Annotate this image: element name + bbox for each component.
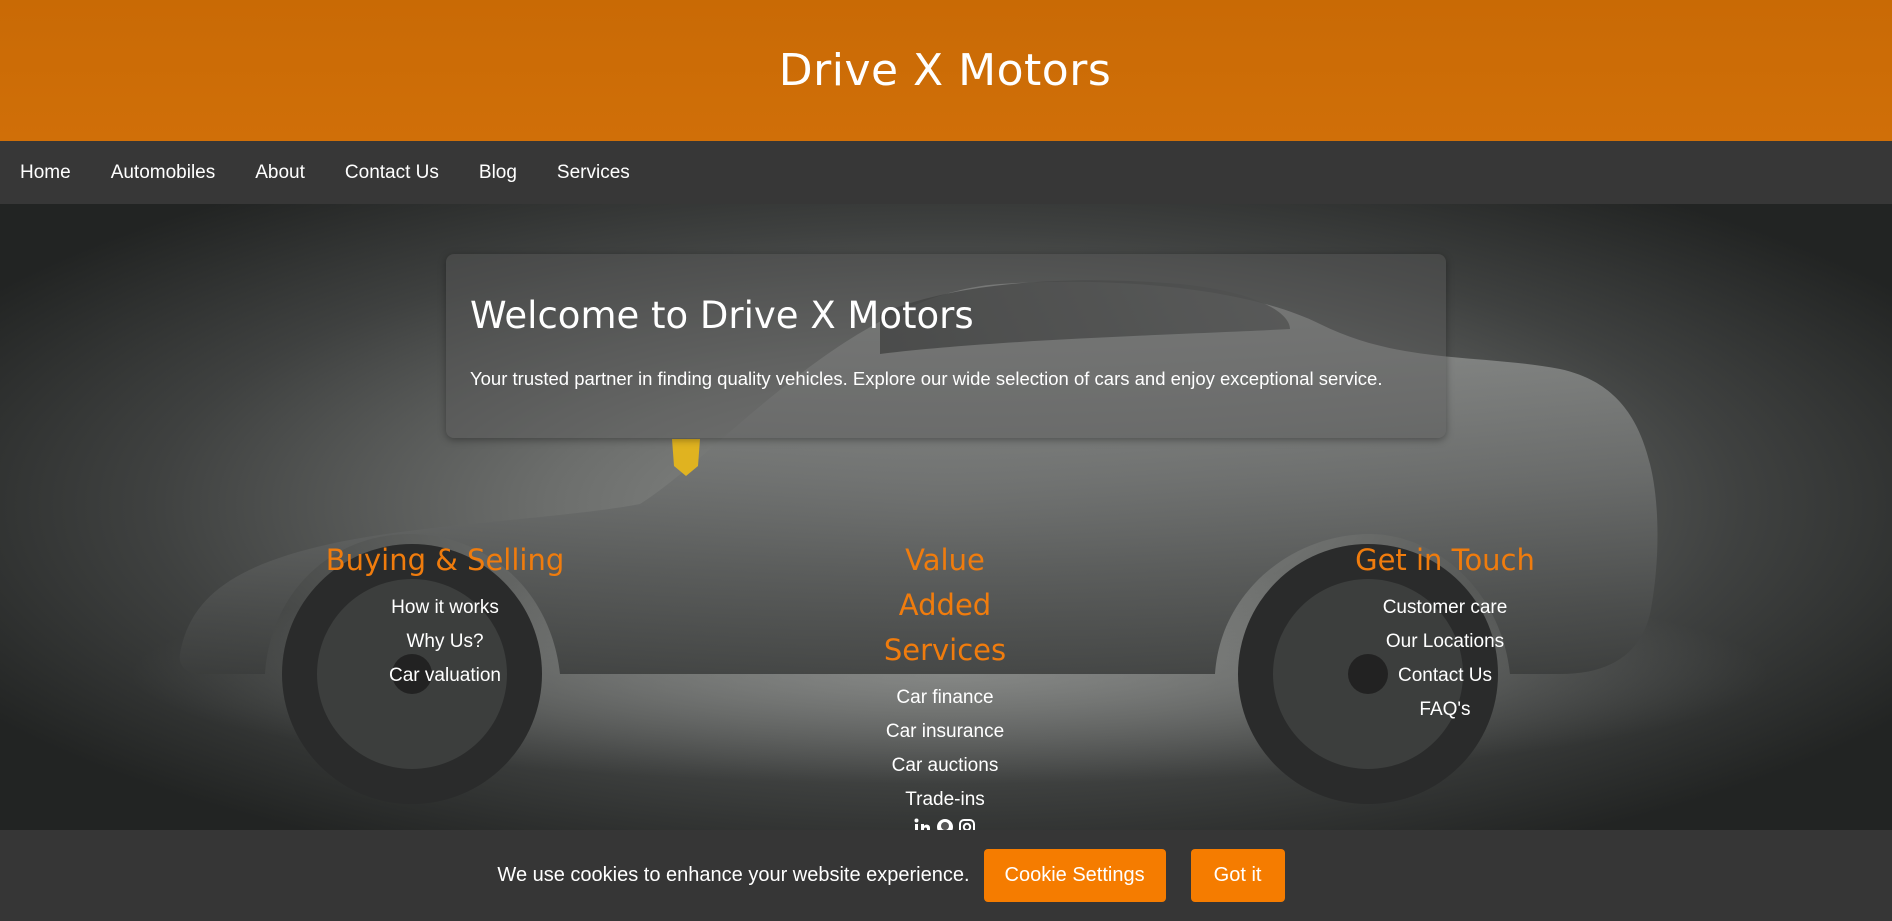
why-us-link[interactable]: Why Us? <box>305 625 585 659</box>
buying-selling-heading: Buying & Selling <box>325 543 565 577</box>
trade-ins-link[interactable]: Trade-ins <box>805 783 1085 817</box>
contact-us-link[interactable]: Contact Us <box>1305 659 1585 693</box>
footer-value-added: Value Added Services Car finance Car ins… <box>805 538 1085 817</box>
main-nav: Home Automobiles About Contact Us Blog S… <box>0 141 1892 204</box>
faqs-link[interactable]: FAQ's <box>1305 693 1585 727</box>
car-valuation-link[interactable]: Car valuation <box>305 659 585 693</box>
nav-contact-us[interactable]: Contact Us <box>345 162 439 184</box>
car-auctions-link[interactable]: Car auctions <box>805 749 1085 783</box>
site-title: Drive X Motors <box>778 45 1112 96</box>
get-in-touch-heading: Get in Touch <box>1355 543 1535 577</box>
cookie-accept-button[interactable]: Got it <box>1190 849 1285 902</box>
value-added-heading: Value Added Services <box>883 543 1007 667</box>
nav-home[interactable]: Home <box>20 162 71 184</box>
welcome-card: Welcome to Drive X Motors Your trusted p… <box>446 254 1446 438</box>
cookie-text: We use cookies to enhance your website e… <box>497 864 970 886</box>
welcome-title: Welcome to Drive X Motors <box>470 294 974 337</box>
nav-automobiles[interactable]: Automobiles <box>111 162 216 184</box>
welcome-text: Your trusted partner in finding quality … <box>470 368 1383 389</box>
nav-services[interactable]: Services <box>557 162 630 184</box>
footer-buying-selling: Buying & Selling How it works Why Us? Ca… <box>305 538 585 693</box>
site-header: Drive X Motors <box>0 0 1892 141</box>
cookie-settings-button[interactable]: Cookie Settings <box>983 849 1166 902</box>
cookie-banner: We use cookies to enhance your website e… <box>0 830 1892 921</box>
how-it-works-link[interactable]: How it works <box>305 591 585 625</box>
our-locations-link[interactable]: Our Locations <box>1305 625 1585 659</box>
customer-care-link[interactable]: Customer care <box>1305 591 1585 625</box>
car-insurance-link[interactable]: Car insurance <box>805 715 1085 749</box>
nav-about[interactable]: About <box>255 162 305 184</box>
nav-blog[interactable]: Blog <box>479 162 517 184</box>
footer-get-in-touch: Get in Touch Customer care Our Locations… <box>1305 538 1585 727</box>
car-finance-link[interactable]: Car finance <box>805 681 1085 715</box>
